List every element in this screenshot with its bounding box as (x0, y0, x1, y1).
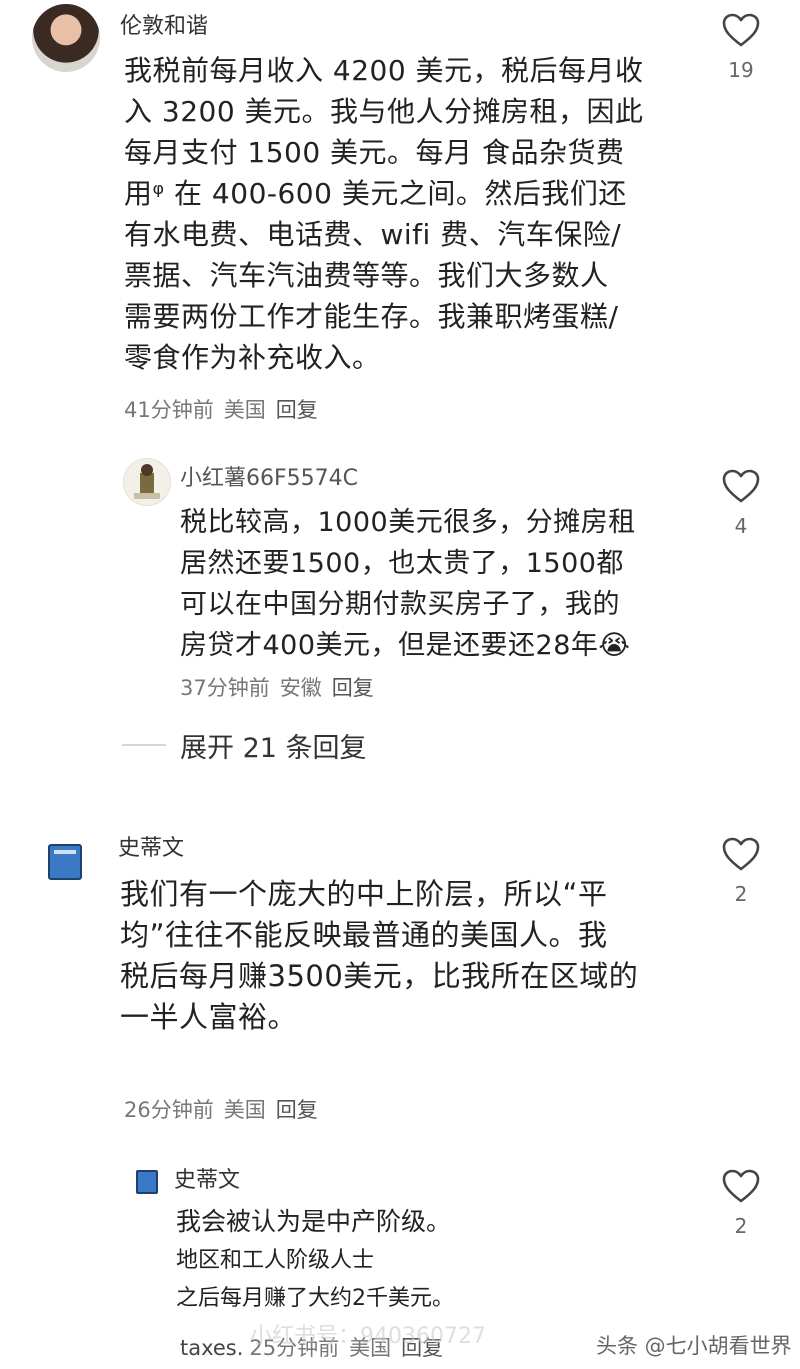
watermark: 头条 @七小胡看世界 (596, 1334, 792, 1358)
avatar-figure-icon (134, 464, 160, 499)
comment-line: 入 3200 美元。我与他人分摊房租，因此 (124, 95, 644, 128)
like-button[interactable]: 4 (716, 468, 766, 538)
comment-line: 有水电费、电话费、wifi 费、汽车保险/ (124, 218, 622, 251)
comment-text: 我会被认为是中产阶级。 地区和工人阶级人士 之后每月赚了大约2千美元。 (176, 1204, 696, 1316)
comment-prefix: taxes. (180, 1336, 244, 1360)
like-count: 19 (728, 58, 754, 82)
comment-location: 美国 (223, 398, 266, 422)
comment-location: 美国 (223, 1098, 266, 1122)
comment-line: 零食作为补充收入。 (124, 341, 381, 374)
comment-meta: 26分钟前 美国 回复 (124, 1094, 328, 1124)
avatar[interactable] (48, 844, 82, 880)
comment-line: 用ᵠ 在 400-600 美元之间。然后我们还 (124, 177, 627, 210)
avatar[interactable] (32, 4, 100, 72)
reply-button[interactable]: 回复 (276, 398, 318, 422)
like-count: 2 (734, 882, 748, 906)
comment-line: 地区和工人阶级人士 (176, 1248, 375, 1273)
reply-button[interactable]: 回复 (276, 1098, 318, 1122)
comment-meta: 37分钟前 安徽 回复 (180, 672, 384, 702)
comment-time: 26分钟前 (124, 1098, 214, 1122)
heart-outline-icon (722, 469, 760, 503)
comment-time: 37分钟前 (180, 676, 270, 700)
faint-watermark: 小红书号：940360727 (250, 1324, 486, 1349)
heart-outline-icon (722, 1169, 760, 1203)
like-button[interactable]: 2 (716, 1168, 766, 1238)
heart-outline-icon (722, 13, 760, 47)
like-button[interactable]: 19 (716, 12, 766, 82)
comment-line: 税比较高，1000美元很多，分摊房租 (180, 507, 636, 538)
comment-location: 安徽 (279, 676, 322, 700)
comment-line: 税后每月赚3500美元，比我所在区域的 (120, 959, 639, 993)
comment-username[interactable]: 伦敦和谐 (120, 8, 208, 40)
comment-text: 我们有一个庞大的中上阶层，所以“平 均”往往不能反映最普通的美国人。我 税后每月… (120, 874, 700, 1038)
comment-text: 我税前每月收入 4200 美元，税后每月收 入 3200 美元。我与他人分摊房租… (124, 50, 704, 378)
comment-line: 房贷才400美元，但是还要还28年😭 (180, 630, 631, 661)
comment-line: 之后每月赚了大约2千美元。 (176, 1286, 454, 1311)
comment-line: 需要两份工作才能生存。我兼职烤蛋糕/ (124, 300, 619, 333)
like-count: 2 (734, 1214, 748, 1238)
comment-username[interactable]: 小红薯66F5574C (180, 460, 358, 492)
like-button[interactable]: 2 (716, 836, 766, 906)
comment-line: 可以在中国分期付款买房子了，我的 (180, 589, 620, 620)
like-count: 4 (734, 514, 748, 538)
comment-meta: 41分钟前 美国 回复 (124, 394, 328, 424)
comment-username[interactable]: 史蒂文 (118, 830, 184, 862)
comment-time: 41分钟前 (124, 398, 214, 422)
divider (122, 744, 166, 746)
comment-line: 票据、汽车汽油费等等。我们大多数人 (124, 259, 609, 292)
comment-line: 一半人富裕。 (120, 1000, 298, 1034)
comment-line: 均”往往不能反映最普通的美国人。我 (120, 918, 608, 952)
expand-replies-button[interactable]: 展开 21 条回复 (180, 726, 367, 765)
avatar[interactable] (123, 458, 171, 506)
heart-outline-icon (722, 837, 760, 871)
comment-line: 每月支付 1500 美元。每月 食品杂货费 (124, 136, 625, 169)
comment-line: 我会被认为是中产阶级。 (176, 1207, 452, 1236)
comment-line: 居然还要1500，也太贵了，1500都 (180, 548, 624, 579)
comment-text: 税比较高，1000美元很多，分摊房租 居然还要1500，也太贵了，1500都 可… (180, 502, 700, 666)
comment-line: 我税前每月收入 4200 美元，税后每月收 (124, 54, 644, 87)
comment-username[interactable]: 史蒂文 (174, 1162, 240, 1194)
reply-button[interactable]: 回复 (332, 676, 374, 700)
comment-line: 我们有一个庞大的中上阶层，所以“平 (120, 877, 608, 911)
avatar[interactable] (136, 1170, 158, 1194)
